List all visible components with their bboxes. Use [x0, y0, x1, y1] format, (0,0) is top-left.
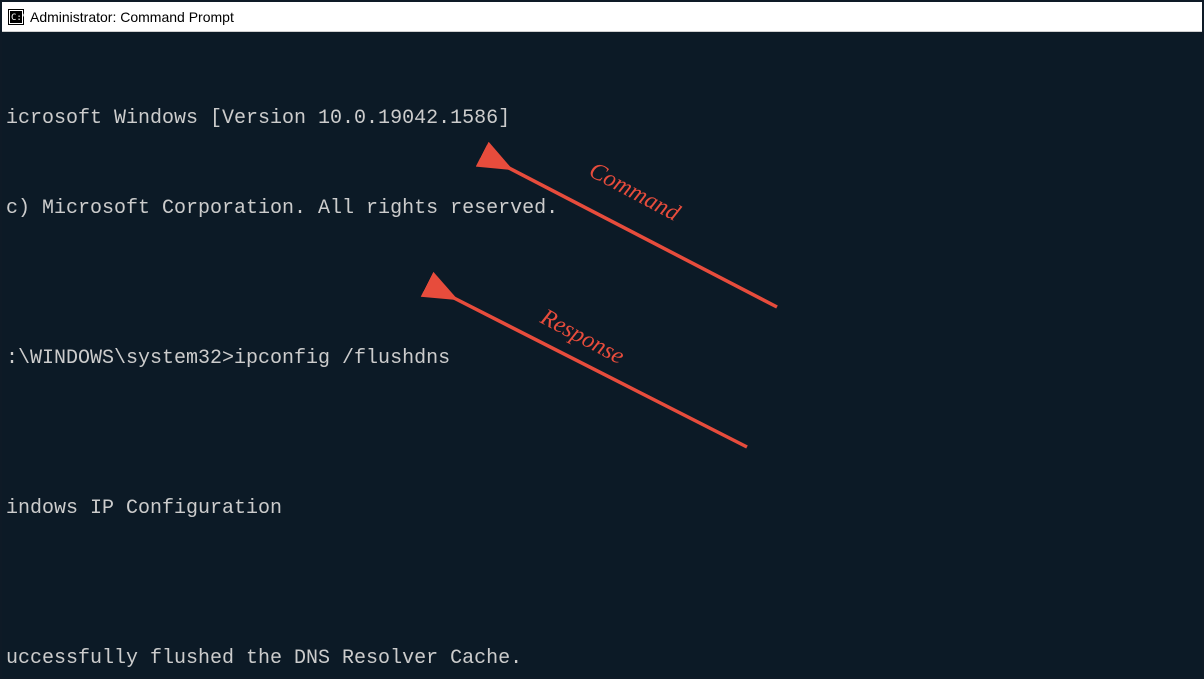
window-title: Administrator: Command Prompt — [30, 9, 234, 25]
terminal-command-line: :\WINDOWS\system32>ipconfig /flushdns — [2, 344, 1202, 374]
terminal-output-line: icrosoft Windows [Version 10.0.19042.158… — [2, 104, 1202, 134]
terminal-response-line: uccessfully flushed the DNS Resolver Cac… — [2, 644, 1202, 674]
svg-text:C:\: C:\ — [11, 13, 24, 23]
terminal-output-line: c) Microsoft Corporation. All rights res… — [2, 194, 1202, 224]
window-titlebar: C:\ Administrator: Command Prompt — [2, 2, 1202, 32]
cmd-icon: C:\ — [8, 9, 24, 25]
terminal-output-line: indows IP Configuration — [2, 494, 1202, 524]
command-arrow — [507, 167, 777, 307]
terminal-area[interactable]: icrosoft Windows [Version 10.0.19042.158… — [2, 32, 1202, 677]
